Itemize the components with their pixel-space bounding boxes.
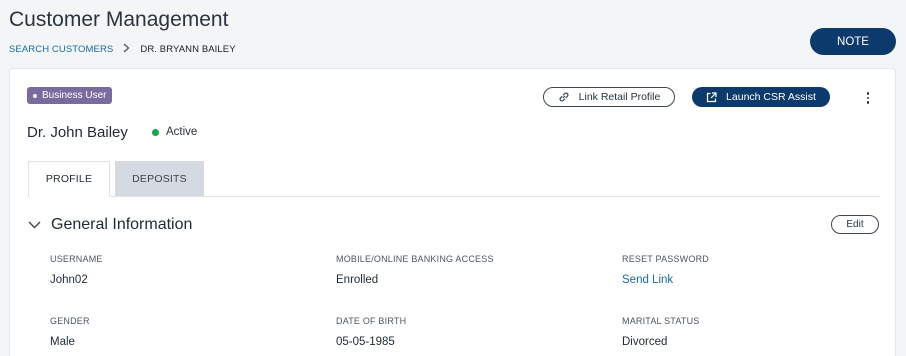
business-user-badge: Business User [27,87,113,104]
breadcrumb-search-customers-link[interactable]: SEARCH CUSTOMERS [9,44,113,55]
status-dot-icon [152,128,159,136]
page-title: Customer Management [9,8,229,31]
dob-label: DATE OF BIRTH [336,316,407,326]
banking-access-value: Enrolled [336,274,379,286]
status-label: Active [166,126,198,138]
tab-profile[interactable]: PROFILE [28,161,110,197]
chevron-right-icon [123,43,130,56]
link-icon [559,92,569,102]
tab-deposits[interactable]: DEPOSITS [115,161,204,197]
badge-label: Business User [42,90,107,101]
status-indicator: Active [152,126,197,138]
edit-button[interactable]: Edit [831,215,879,234]
username-label: USERNAME [50,254,103,264]
note-button[interactable]: NOTE [810,28,896,55]
general-information-toggle[interactable]: General Information [28,216,192,234]
customer-card: Business User Link Retail Profile Launch… [9,68,896,356]
gender-label: GENDER [50,316,90,326]
breadcrumb-current: DR. BRYANN BAILEY [140,44,236,55]
launch-csr-label: Launch CSR Assist [726,91,816,103]
reset-password-label: RESET PASSWORD [622,254,709,264]
dob-value: 05-05-1985 [336,336,395,348]
tabs-divider [27,196,880,197]
external-link-icon [706,91,717,102]
customer-name: Dr. John Bailey [27,124,128,141]
link-retail-profile-button[interactable]: Link Retail Profile [543,87,675,107]
send-link-button[interactable]: Send Link [622,274,673,286]
username-value: John02 [50,274,88,286]
breadcrumb: SEARCH CUSTOMERS DR. BRYANN BAILEY [9,43,236,56]
more-options-icon[interactable] [860,88,876,108]
section-title: General Information [51,216,193,233]
link-retail-label: Link Retail Profile [578,91,661,103]
marital-status-label: MARITAL STATUS [622,316,700,326]
dot-icon [33,93,37,98]
gender-value: Male [50,336,75,348]
chevron-down-icon [28,221,41,229]
banking-access-label: MOBILE/ONLINE BANKING ACCESS [336,254,494,264]
launch-csr-assist-button[interactable]: Launch CSR Assist [692,87,830,107]
marital-status-value: Divorced [622,336,668,348]
